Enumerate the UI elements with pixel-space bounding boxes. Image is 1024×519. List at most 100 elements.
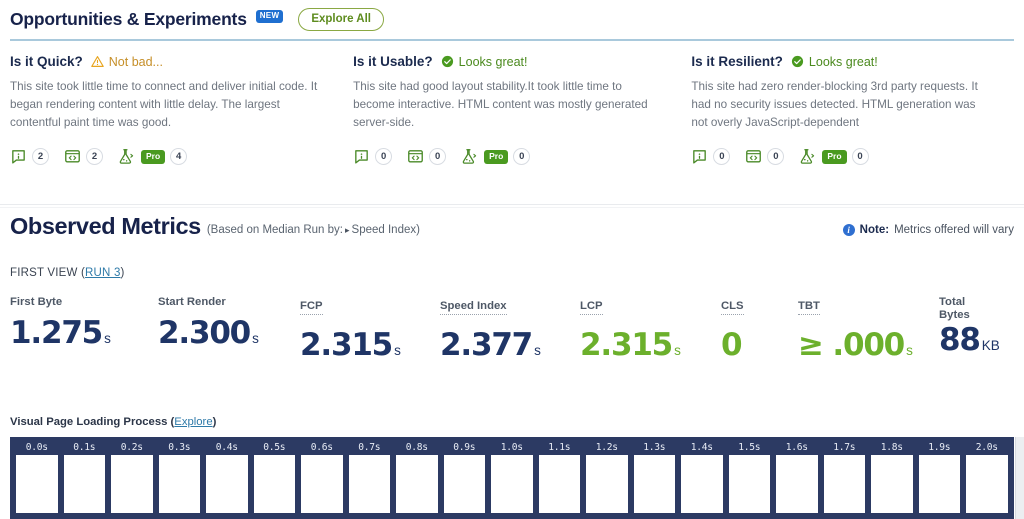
filmstrip-thumbnail[interactable] bbox=[586, 455, 628, 513]
filmstrip-thumbnail[interactable] bbox=[396, 455, 438, 513]
first-view-prefix: FIRST VIEW ( bbox=[10, 267, 86, 279]
filmstrip-thumbnail[interactable] bbox=[1013, 455, 1014, 513]
filmstrip-frame[interactable]: 1.7s bbox=[821, 440, 869, 519]
metric-label: Start Render bbox=[158, 296, 226, 308]
column-question-row: Is it Usable? Looks great! bbox=[353, 54, 657, 69]
metric-value: 0 bbox=[721, 326, 743, 363]
info-bubble-icon bbox=[353, 148, 370, 165]
metric-label[interactable]: CLS bbox=[721, 300, 744, 315]
column-question: Is it Usable? bbox=[353, 54, 433, 69]
filmstrip-frame[interactable]: 1.2s bbox=[583, 440, 631, 519]
filmstrip-thumbnail[interactable] bbox=[158, 455, 200, 513]
explore-all-button[interactable]: Explore All bbox=[298, 8, 384, 31]
filmstrip-thumbnail[interactable] bbox=[443, 455, 485, 513]
filmstrip-thumbnail[interactable] bbox=[966, 455, 1008, 513]
metric-value-row: 0 bbox=[721, 327, 798, 363]
chip-code[interactable]: 2 bbox=[64, 148, 103, 166]
chip-count: 2 bbox=[86, 148, 103, 166]
filmstrip-thumbnail[interactable] bbox=[348, 455, 390, 513]
chip-code[interactable]: 0 bbox=[407, 148, 447, 166]
metric-value: 2.315 bbox=[580, 326, 673, 363]
filmstrip-frame[interactable]: 0.3s bbox=[156, 440, 204, 519]
metrics-note-text: Metrics offered will vary bbox=[894, 224, 1014, 236]
column-verdict: Not bad... bbox=[90, 55, 163, 69]
filmstrip-scroll-edge[interactable] bbox=[1015, 437, 1024, 519]
first-view-suffix: ) bbox=[120, 267, 125, 279]
column-chip-row: 0 0 Pro 0 bbox=[353, 148, 657, 166]
median-run-value[interactable]: Speed Index) bbox=[352, 224, 420, 236]
filmstrip-frame[interactable]: 0.2s bbox=[108, 440, 156, 519]
filmstrip[interactable]: 0.0s 0.1s 0.2s 0.3s 0.4s 0.5s 0.6s 0.7s 0.8s 0.9s… bbox=[10, 437, 1014, 519]
filmstrip-frame-time: 1.4s bbox=[690, 442, 713, 453]
filmstrip-frame[interactable]: 1.3s bbox=[631, 440, 679, 519]
filmstrip-frame[interactable]: 0.4s bbox=[203, 440, 251, 519]
filmstrip-frame[interactable]: 0.0s bbox=[13, 440, 61, 519]
filmstrip-thumbnail[interactable] bbox=[63, 455, 105, 513]
filmstrip-thumbnail[interactable] bbox=[491, 455, 533, 513]
metric-unit: s bbox=[104, 330, 111, 346]
metric-total-bytes: Total Bytes 88 KB bbox=[939, 296, 1024, 358]
filmstrip-thumbnail[interactable] bbox=[823, 455, 865, 513]
metric-label[interactable]: FCP bbox=[300, 300, 323, 315]
opportunity-column-quick: Is it Quick? Not bad... This site took l… bbox=[10, 54, 353, 166]
filmstrip-frame[interactable]: 0.9s bbox=[441, 440, 489, 519]
filmstrip-thumbnail[interactable] bbox=[728, 455, 770, 513]
filmstrip-frame[interactable]: 0.7s bbox=[346, 440, 394, 519]
filmstrip-frame[interactable]: 0.5s bbox=[251, 440, 299, 519]
opportunities-header: Opportunities & Experiments NEW Explore … bbox=[10, 0, 1014, 31]
chip-insights[interactable]: 0 bbox=[353, 148, 393, 166]
filmstrip-frame[interactable]: 2.1s bbox=[1011, 440, 1015, 519]
metric-value-row: 2.315 s bbox=[300, 327, 440, 363]
explore-link[interactable]: Explore bbox=[174, 416, 212, 428]
column-verdict-text: Looks great! bbox=[808, 54, 878, 69]
median-run-subtitle: (Based on Median Run by: ▸ Speed Index) bbox=[201, 224, 420, 240]
column-question: Is it Resilient? bbox=[691, 54, 783, 69]
filmstrip-thumbnail[interactable] bbox=[681, 455, 723, 513]
filmstrip-frame[interactable]: 1.5s bbox=[726, 440, 774, 519]
metric-label[interactable]: TBT bbox=[798, 300, 820, 315]
column-verdict: Looks great! bbox=[791, 55, 878, 69]
filmstrip-frame-time: 1.7s bbox=[833, 442, 856, 453]
filmstrip-thumbnail[interactable] bbox=[111, 455, 153, 513]
filmstrip-frame-time: 1.3s bbox=[643, 442, 666, 453]
filmstrip-frame[interactable]: 0.8s bbox=[393, 440, 441, 519]
metric-label[interactable]: Speed Index bbox=[440, 300, 507, 315]
filmstrip-frame-time: 2.1s bbox=[1011, 440, 1015, 455]
filmstrip-frame[interactable]: 1.9s bbox=[916, 440, 964, 519]
filmstrip-frame[interactable]: 0.6s bbox=[298, 440, 346, 519]
filmstrip-frame[interactable]: 0.1s bbox=[61, 440, 109, 519]
filmstrip-thumbnail[interactable] bbox=[16, 455, 58, 513]
filmstrip-thumbnail[interactable] bbox=[918, 455, 960, 513]
metric-label[interactable]: LCP bbox=[580, 300, 603, 315]
filmstrip-thumbnail[interactable] bbox=[206, 455, 248, 513]
filmstrip-frame[interactable]: 1.0s bbox=[488, 440, 536, 519]
metric-speed-index: Speed Index 2.377 s bbox=[440, 296, 580, 363]
filmstrip-thumbnail[interactable] bbox=[776, 455, 818, 513]
chip-code[interactable]: 0 bbox=[745, 148, 785, 166]
filmstrip-thumbnail[interactable] bbox=[253, 455, 295, 513]
chip-experiments[interactable]: Pro 4 bbox=[118, 148, 188, 166]
filmstrip-thumbnail[interactable] bbox=[538, 455, 580, 513]
filmstrip-thumbnail[interactable] bbox=[633, 455, 675, 513]
chip-insights[interactable]: 0 bbox=[691, 148, 731, 166]
median-run-prefix: (Based on Median Run by: bbox=[206, 224, 343, 236]
code-window-icon bbox=[745, 148, 762, 165]
filmstrip-frame[interactable]: 1.8s bbox=[868, 440, 916, 519]
filmstrip-frame[interactable]: 1.1s bbox=[536, 440, 584, 519]
opportunity-column-resilient: Is it Resilient? Looks great! This site … bbox=[691, 54, 1014, 166]
filmstrip-frame-time: 0.7s bbox=[358, 442, 381, 453]
run-3-link[interactable]: RUN 3 bbox=[85, 267, 121, 279]
filmstrip-frame-time: 0.0s bbox=[25, 442, 48, 453]
chip-experiments[interactable]: Pro 0 bbox=[799, 148, 869, 166]
section-divider-shadow bbox=[0, 207, 1024, 208]
filmstrip-frame[interactable]: 2.0s bbox=[963, 440, 1011, 519]
chip-insights[interactable]: 2 bbox=[10, 148, 49, 166]
pro-badge: Pro bbox=[141, 149, 166, 164]
chip-experiments[interactable]: Pro 0 bbox=[461, 148, 531, 166]
filmstrip-thumbnail[interactable] bbox=[301, 455, 343, 513]
filmstrip-frame[interactable]: 1.4s bbox=[678, 440, 726, 519]
chip-count: 0 bbox=[513, 148, 531, 166]
filmstrip-thumbnail[interactable] bbox=[871, 455, 913, 513]
filmstrip-frame[interactable]: 1.6s bbox=[773, 440, 821, 519]
warning-triangle-icon bbox=[90, 55, 104, 68]
